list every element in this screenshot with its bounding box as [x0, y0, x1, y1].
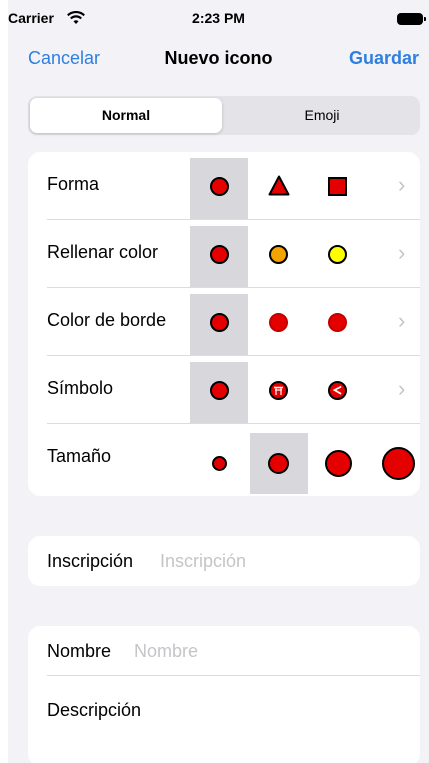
inscription-card: Inscripción [28, 536, 420, 586]
border-red-alt-option[interactable] [328, 313, 347, 332]
shape-circle-option[interactable] [210, 177, 229, 196]
battery-icon [397, 13, 426, 25]
name-description-card: Nombre Descripción [28, 626, 420, 763]
shape-triangle-option[interactable] [268, 175, 290, 196]
tamano-label: Tamaño [47, 446, 112, 466]
size-medium-option[interactable] [268, 453, 289, 474]
row-rellenar-color: Rellenar color › [28, 220, 420, 288]
shape-square-option[interactable] [328, 177, 347, 196]
row-divider [47, 675, 420, 676]
status-bar: Carrier 2:23 PM [8, 0, 429, 36]
symbol-mark-option[interactable] [328, 381, 347, 400]
border-black-option[interactable] [210, 313, 229, 332]
row-tamano: Tamaño [28, 424, 420, 496]
inscription-label: Inscripción [47, 551, 134, 571]
simbolo-label: Símbolo [47, 378, 114, 398]
navigation-bar: Cancelar Nuevo icono Guardar [8, 36, 429, 80]
chevron-right-icon[interactable]: › [398, 172, 405, 198]
chevron-right-icon[interactable]: › [398, 240, 405, 266]
rellenar-color-label: Rellenar color [47, 242, 159, 262]
row-forma: Forma › [28, 152, 420, 220]
symbol-torii-option[interactable] [269, 381, 288, 400]
screen: Carrier 2:23 PM Cancelar Nuevo icono Gua… [8, 0, 429, 763]
size-extra-large-option[interactable] [382, 447, 415, 480]
row-color-de-borde: Color de borde › [28, 288, 420, 356]
description-label[interactable]: Descripción [47, 700, 141, 721]
name-label: Nombre [47, 641, 112, 661]
symbol-none-option[interactable] [210, 381, 229, 400]
size-large-option[interactable] [325, 450, 352, 477]
fill-orange-option[interactable] [269, 245, 288, 264]
border-red-option[interactable] [269, 313, 288, 332]
chevron-right-icon[interactable]: › [398, 308, 405, 334]
name-input[interactable] [134, 640, 394, 662]
save-button[interactable]: Guardar [349, 48, 419, 69]
color-de-borde-label: Color de borde [47, 310, 167, 330]
fill-red-option[interactable] [210, 245, 229, 264]
mode-segmented-control: Normal Emoji [28, 96, 420, 135]
size-small-option[interactable] [212, 456, 227, 471]
segment-emoji[interactable]: Emoji [226, 98, 418, 133]
segment-normal[interactable]: Normal [30, 98, 222, 133]
inscription-input[interactable] [160, 550, 400, 572]
fill-yellow-option[interactable] [328, 245, 347, 264]
row-simbolo: Símbolo › [28, 356, 420, 424]
icon-options-card: Forma › Rellenar color › Color de borde [28, 152, 420, 496]
forma-label: Forma [47, 174, 100, 194]
chevron-right-icon[interactable]: › [398, 376, 405, 402]
status-time: 2:23 PM [192, 10, 245, 26]
